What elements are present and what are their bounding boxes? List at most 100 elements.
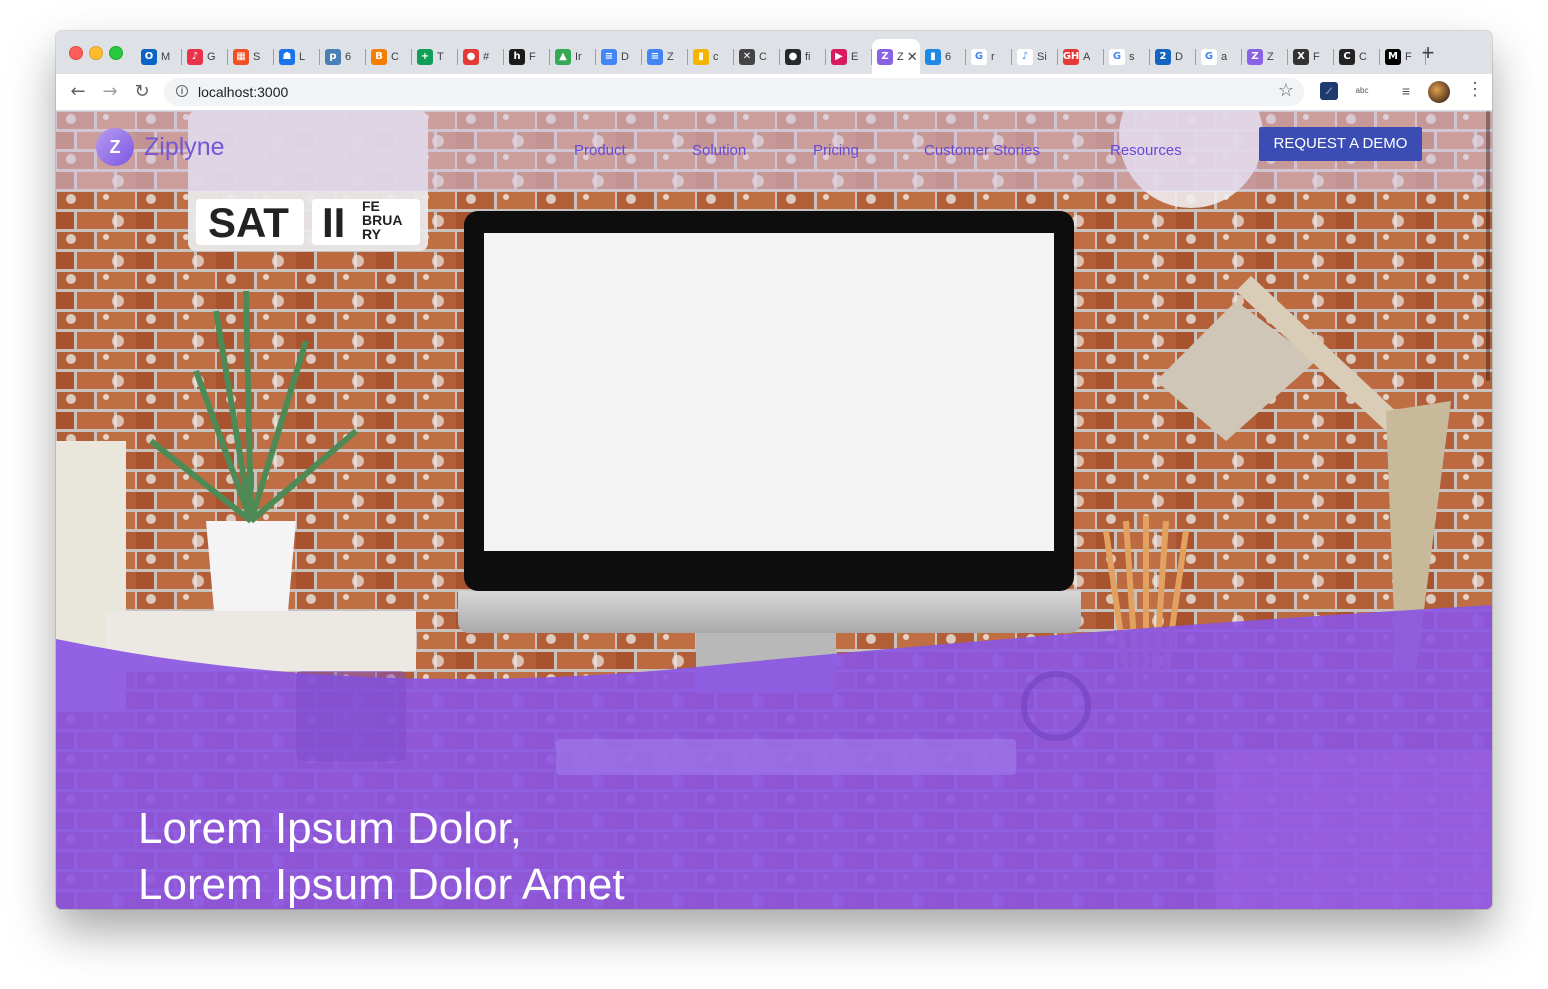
browser-tab[interactable]: 2D [1150, 39, 1196, 74]
tab-title: # [483, 50, 490, 63]
browser-tab[interactable]: ♪ Si [1012, 39, 1058, 74]
google-icon: G [971, 48, 987, 65]
logo-text[interactable]: Ziplyne [144, 133, 225, 162]
browser-tab[interactable]: ▶ E [826, 39, 872, 74]
site-header: Z Ziplyne Product Solution Pricing Custo… [56, 111, 1492, 191]
google-icon: G [1201, 48, 1217, 65]
tab-title: Si [1037, 50, 1047, 63]
reload-icon[interactable]: ↻ [130, 80, 154, 104]
browser-tab[interactable]: ▦ S [228, 39, 274, 74]
browser-tab[interactable]: Gs [1104, 39, 1150, 74]
docs-icon: ≡ [601, 48, 617, 65]
browser-tab[interactable]: ▮ c [688, 39, 734, 74]
extension-text-icon[interactable]: abc [1353, 82, 1371, 100]
browser-tab[interactable]: p6 [320, 39, 366, 74]
hero-line-2: Lorem Ipsum Dolor Amet [138, 860, 625, 909]
browser-tab[interactable]: ● fi [780, 39, 826, 74]
windows-icon: ▦ [233, 48, 249, 65]
hero-line-1: Lorem Ipsum Dolor, [138, 804, 522, 853]
tab-title: A [1083, 50, 1091, 63]
tab-title: D [1175, 50, 1183, 63]
record-icon: ● [463, 48, 479, 65]
browser-tab[interactable]: ☗ L [274, 39, 320, 74]
profile-avatar[interactable] [1428, 81, 1450, 103]
nav-solution[interactable]: Solution [692, 142, 746, 159]
blogger-icon: B [371, 48, 387, 65]
tab-list: O M ♪ G ▦ S ☗ Lp 6 B C + T ● # h F ▲ Ir ≡ D ≡ Z ▮ c ✕ C ● fi ▶ E Z Z ✕ ▮ 6 G… [136, 39, 1426, 74]
page-viewport: SAT II FE BRUA RY Z Ziplyne Product Solu… [56, 111, 1492, 909]
ziplyne-logo-icon[interactable]: Z [96, 128, 134, 166]
browser-tab[interactable]: ✕ C [734, 39, 780, 74]
tab-title: C [759, 50, 767, 63]
back-arrow-icon[interactable]: ← [66, 80, 90, 104]
browser-tab[interactable]: ● # [458, 39, 504, 74]
ziplyne-icon: Z [877, 48, 893, 65]
menu-kebab-icon[interactable]: ⋮ [1466, 79, 1484, 100]
browser-tab[interactable]: ZZ [1242, 39, 1288, 74]
two-icon: 2 [1155, 48, 1171, 65]
tab-title: Ir [575, 50, 582, 63]
close-window-button[interactable] [69, 46, 83, 60]
notebook-icon: ▮ [693, 48, 709, 65]
tab-title: E [851, 50, 859, 63]
minimize-window-button[interactable] [89, 46, 103, 60]
browser-tab[interactable]: Z Z ✕ [872, 39, 920, 74]
tab-title: F [1313, 50, 1320, 63]
browser-tab[interactable]: XF [1288, 39, 1334, 74]
new-tab-button[interactable]: + [1418, 42, 1438, 64]
github-icon: ● [785, 48, 801, 65]
maximize-window-button[interactable] [109, 46, 123, 60]
request-demo-button[interactable]: REQUEST A DEMO [1259, 127, 1422, 161]
browser-tab[interactable]: + T [412, 39, 458, 74]
tab-title: T [437, 50, 444, 63]
browser-tab[interactable]: Ga [1196, 39, 1242, 74]
nav-customer-stories[interactable]: Customer Stories [924, 142, 1040, 159]
outlook-icon: O [141, 48, 157, 65]
drive-icon: ▲ [555, 48, 571, 65]
browser-tab[interactable]: ▲ Ir [550, 39, 596, 74]
browser-tab[interactable]: ♪ G [182, 39, 228, 74]
tab-title: fi [805, 50, 811, 63]
tab-title: C [1359, 50, 1367, 63]
browser-tab[interactable]: GH A [1058, 39, 1104, 74]
p-icon: p [325, 48, 341, 65]
playlist-icon[interactable]: ≡ [1397, 82, 1415, 100]
nav-resources[interactable]: Resources [1110, 142, 1182, 159]
tab-title: c [713, 50, 719, 63]
tab-title: M [161, 50, 171, 63]
nav-product[interactable]: Product [574, 142, 626, 159]
google-icon: G [1109, 48, 1125, 65]
browser-tab[interactable]: hF [504, 39, 550, 74]
medium-icon: M [1385, 48, 1401, 65]
circle-x-icon: ✕ [739, 48, 755, 65]
forward-arrow-icon[interactable]: → [98, 80, 122, 104]
tab-title: Z [1267, 50, 1274, 63]
browser-tab[interactable]: ≡ D [596, 39, 642, 74]
browser-tab[interactable]: BC [366, 39, 412, 74]
extension-icon[interactable]: ⟋ [1320, 82, 1338, 100]
browser-tab[interactable]: ≡ Z [642, 39, 688, 74]
nav-pricing[interactable]: Pricing [813, 142, 859, 159]
address-bar[interactable]: i localhost:3000 ☆ [164, 78, 1304, 106]
tab-title: 6 [345, 50, 352, 63]
tab-title: F [529, 50, 536, 63]
bar-chart-icon: ▮ [925, 48, 941, 65]
h-icon: h [509, 48, 525, 65]
tab-title: F [1405, 50, 1412, 63]
tab-title: S [253, 50, 261, 63]
browser-tab[interactable]: OM [136, 39, 182, 74]
browser-tab[interactable]: CC [1334, 39, 1380, 74]
ziplyne-icon: Z [1247, 48, 1263, 65]
svg-text:SAT: SAT [208, 199, 289, 246]
hero-background-image: SAT II FE BRUA RY [56, 111, 1492, 909]
browser-tab[interactable]: ▮ 6 [920, 39, 966, 74]
close-tab-icon[interactable]: ✕ [907, 49, 918, 65]
browser-tab[interactable]: Gr [966, 39, 1012, 74]
page-scrollbar[interactable] [1486, 111, 1490, 381]
browser-toolbar: ← → ↻ i localhost:3000 ☆ ⟋ abc ≡ ⋮ [56, 74, 1492, 111]
bookmark-star-icon[interactable]: ☆ [1278, 80, 1294, 101]
site-info-icon[interactable]: i [176, 85, 188, 97]
play-icon: ▶ [831, 48, 847, 65]
tab-title: D [621, 50, 629, 63]
tab-title: Z [897, 50, 904, 63]
